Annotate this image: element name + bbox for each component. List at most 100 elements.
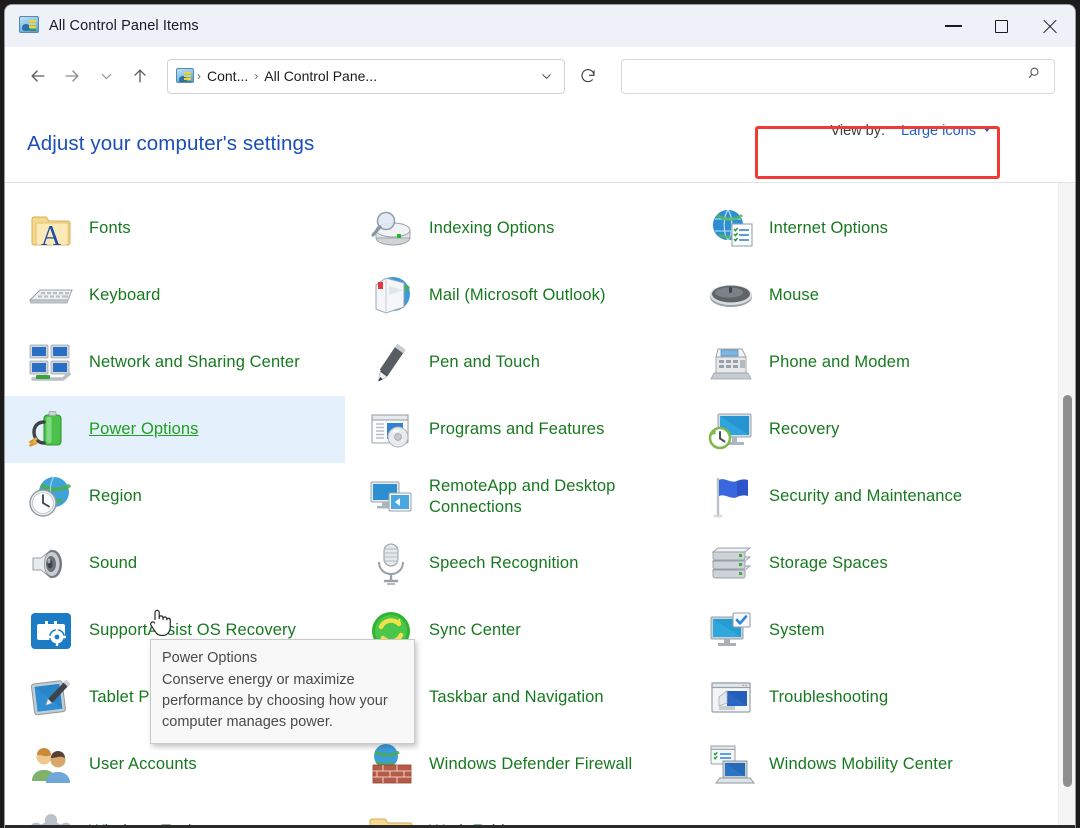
windows-tools-icon xyxy=(27,808,75,826)
breadcrumb-separator-2: › xyxy=(251,69,261,83)
tablet-pc-icon xyxy=(27,674,75,722)
control-panel-item[interactable]: Phone and Modem xyxy=(685,329,1045,396)
control-panel-item[interactable]: Internet Options xyxy=(685,195,1045,262)
control-panel-item-label: Windows Mobility Center xyxy=(769,754,953,775)
control-panel-item-label: Mail (Microsoft Outlook) xyxy=(429,285,606,306)
up-arrow-icon[interactable] xyxy=(123,59,157,93)
mail-icon xyxy=(367,272,415,320)
control-panel-item[interactable]: Pen and Touch xyxy=(345,329,685,396)
speech-recognition-icon xyxy=(367,540,415,588)
control-panel-item[interactable]: Programs and Features xyxy=(345,396,685,463)
control-panel-item[interactable]: Storage Spaces xyxy=(685,530,1045,597)
title-bar: All Control Panel Items xyxy=(5,5,1075,47)
chevron-down-icon xyxy=(983,127,991,132)
search-icon xyxy=(1027,65,1044,87)
address-bar[interactable]: › Cont... › All Control Pane... xyxy=(167,59,565,94)
control-panel-item-label: Fonts xyxy=(89,218,131,239)
search-box[interactable] xyxy=(621,59,1055,94)
fonts-icon: A xyxy=(27,205,75,253)
navigation-toolbar: › Cont... › All Control Pane... xyxy=(5,47,1075,105)
control-panel-item-label: Keyboard xyxy=(89,285,160,306)
view-by-control: View by: Large icons xyxy=(830,123,991,139)
control-panel-item-label: SupportAssist OS Recovery xyxy=(89,620,296,641)
control-panel-item[interactable]: Power Options xyxy=(5,396,345,463)
remoteapp-icon xyxy=(367,473,415,521)
control-panel-item-label: Sync Center xyxy=(429,620,521,641)
control-panel-item[interactable]: Region xyxy=(5,463,345,530)
control-panel-item-label: Troubleshooting xyxy=(769,687,888,708)
control-panel-item[interactable]: Security and Maintenance xyxy=(685,463,1045,530)
caption-buttons xyxy=(929,5,1075,47)
close-button[interactable] xyxy=(1025,5,1073,47)
control-panel-item[interactable]: Keyboard xyxy=(5,262,345,329)
control-panel-icon xyxy=(19,16,39,36)
internet-options-icon xyxy=(707,205,755,253)
breadcrumb-item-1[interactable]: All Control Pane... xyxy=(261,68,380,84)
minimize-button[interactable] xyxy=(929,5,977,47)
forward-arrow-icon[interactable] xyxy=(55,59,89,93)
keyboard-icon xyxy=(27,272,75,320)
scrollbar-thumb[interactable] xyxy=(1063,395,1072,787)
control-panel-item-label: Recovery xyxy=(769,419,840,440)
control-panel-item[interactable]: Recovery xyxy=(685,396,1045,463)
breadcrumb-item-0[interactable]: Cont... xyxy=(204,68,251,84)
view-by-dropdown[interactable]: Large icons xyxy=(901,123,991,139)
control-panel-item[interactable]: Troubleshooting xyxy=(685,664,1045,731)
control-panel-item-label: Sound xyxy=(89,553,137,574)
control-panel-item-label: Pen and Touch xyxy=(429,352,540,373)
svg-text:A: A xyxy=(41,221,62,252)
control-panel-window: All Control Panel Items › Cont... › Al xyxy=(4,4,1076,828)
control-panel-item[interactable]: Work Folders xyxy=(345,798,685,825)
tooltip-body: Conserve energy or maximize performance … xyxy=(162,670,403,733)
phone-modem-icon xyxy=(707,339,755,387)
sound-icon xyxy=(27,540,75,588)
control-panel-item[interactable]: System xyxy=(685,597,1045,664)
maximize-button[interactable] xyxy=(977,5,1025,47)
security-maintenance-icon xyxy=(707,473,755,521)
windows-defender-firewall-icon xyxy=(367,741,415,789)
control-panel-item[interactable]: Mouse xyxy=(685,262,1045,329)
control-panel-item-label: Internet Options xyxy=(769,218,888,239)
windows-mobility-icon xyxy=(707,741,755,789)
control-panel-item[interactable]: Windows Tools xyxy=(5,798,345,825)
recovery-icon xyxy=(707,406,755,454)
user-accounts-icon xyxy=(27,741,75,789)
mouse-icon xyxy=(707,272,755,320)
address-control-panel-icon xyxy=(176,68,194,84)
breadcrumb-separator-1: › xyxy=(194,69,204,83)
control-panel-item[interactable]: A Fonts xyxy=(5,195,345,262)
tooltip: Power Options Conserve energy or maximiz… xyxy=(150,639,415,744)
control-panel-item-label: Storage Spaces xyxy=(769,553,888,574)
control-panel-item-label: Power Options xyxy=(89,419,199,440)
indexing-options-icon xyxy=(367,205,415,253)
pen-touch-icon xyxy=(367,339,415,387)
view-by-label: View by: xyxy=(830,123,885,139)
search-input[interactable] xyxy=(632,68,1027,84)
control-panel-item-label: Speech Recognition xyxy=(429,553,579,574)
tooltip-title: Power Options xyxy=(162,648,403,669)
control-panel-item[interactable]: Sound xyxy=(5,530,345,597)
recent-locations-chevron-icon[interactable] xyxy=(89,59,123,93)
control-panel-item[interactable]: Speech Recognition xyxy=(345,530,685,597)
troubleshooting-icon xyxy=(707,674,755,722)
work-folders-icon xyxy=(367,808,415,826)
control-panel-item[interactable]: RemoteApp and Desktop Connections xyxy=(345,463,685,530)
back-arrow-icon[interactable] xyxy=(21,59,55,93)
network-sharing-icon xyxy=(27,339,75,387)
control-panel-item[interactable]: Windows Mobility Center xyxy=(685,731,1045,798)
view-by-value-text: Large icons xyxy=(901,123,976,139)
control-panel-item[interactable]: Mail (Microsoft Outlook) xyxy=(345,262,685,329)
control-panel-item-label: Network and Sharing Center xyxy=(89,352,300,373)
vertical-scrollbar[interactable] xyxy=(1058,183,1075,825)
region-icon xyxy=(27,473,75,521)
control-panel-item-label: System xyxy=(769,620,825,641)
address-dropdown-chevron-icon[interactable] xyxy=(532,62,560,90)
power-options-icon xyxy=(27,406,75,454)
supportassist-icon xyxy=(27,607,75,655)
control-panel-item-label: Taskbar and Navigation xyxy=(429,687,604,708)
page-title: Adjust your computer's settings xyxy=(27,132,314,156)
control-panel-item[interactable]: Network and Sharing Center xyxy=(5,329,345,396)
refresh-icon[interactable] xyxy=(571,59,605,93)
control-panel-item[interactable]: Indexing Options xyxy=(345,195,685,262)
control-panel-item-label: Security and Maintenance xyxy=(769,486,962,507)
